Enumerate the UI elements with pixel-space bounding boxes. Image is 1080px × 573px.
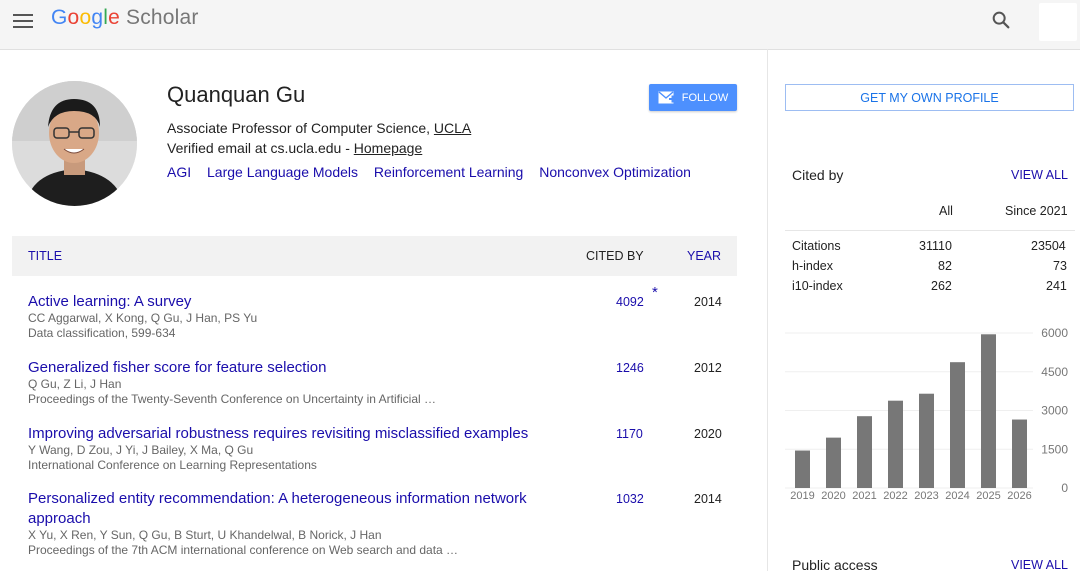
get-my-own-profile-button[interactable]: GET MY OWN PROFILE bbox=[785, 84, 1074, 111]
stats-row: i10-index 262 241 bbox=[785, 276, 1075, 296]
avatar bbox=[12, 81, 137, 206]
cited-count[interactable]: 1246 bbox=[616, 361, 644, 375]
article-title[interactable]: Improving adversarial robustness require… bbox=[28, 424, 558, 444]
stat-label: h-index bbox=[792, 259, 833, 273]
follow-label: FOLLOW bbox=[681, 91, 729, 104]
interest-link[interactable]: Reinforcement Learning bbox=[374, 164, 523, 180]
stat-since: 241 bbox=[1046, 279, 1067, 293]
chart-ytick-label: 4500 bbox=[1041, 365, 1068, 379]
search-icon[interactable] bbox=[990, 9, 1012, 31]
article-year: 2014 bbox=[694, 295, 722, 309]
interest-link[interactable]: AGI bbox=[167, 164, 191, 180]
merged-citations-star[interactable]: * bbox=[652, 284, 658, 301]
stats-row: h-index 82 73 bbox=[785, 256, 1075, 276]
interest-link[interactable]: Large Language Models bbox=[207, 164, 358, 180]
stat-all: 262 bbox=[931, 279, 952, 293]
menu-icon[interactable] bbox=[13, 11, 35, 29]
cited-by-column-header: CITED BY bbox=[586, 249, 644, 263]
article-title[interactable]: Generalized fisher score for feature sel… bbox=[28, 358, 558, 378]
stat-label: i10-index bbox=[792, 279, 843, 293]
logo-letter: g bbox=[91, 6, 104, 29]
top-bar: Google Scholar bbox=[0, 0, 1080, 50]
chart-xtick-label: 2020 bbox=[821, 490, 845, 502]
research-interests: AGI Large Language Models Reinforcement … bbox=[167, 164, 703, 180]
stats-header-row: All Since 2021 bbox=[785, 200, 1075, 231]
stats-row: Citations 31110 23504 bbox=[785, 236, 1075, 256]
stats-col-all: All bbox=[939, 204, 953, 218]
chart-ytick-label: 0 bbox=[1061, 481, 1068, 495]
cited-count[interactable]: 1170 bbox=[616, 427, 643, 441]
homepage-link[interactable]: Homepage bbox=[354, 140, 423, 156]
article-authors: X Yu, X Ren, Y Sun, Q Gu, B Sturt, U Kha… bbox=[28, 528, 382, 542]
follow-button[interactable]: FOLLOW bbox=[649, 84, 737, 111]
affiliation: Associate Professor of Computer Science,… bbox=[167, 120, 471, 136]
chart-xtick-label: 2021 bbox=[852, 490, 876, 502]
stat-since: 23504 bbox=[1031, 239, 1066, 253]
chart-bar-2026[interactable] bbox=[1012, 419, 1027, 488]
chart-xtick-label: 2023 bbox=[914, 490, 938, 502]
email-text: Verified email at cs.ucla.edu - bbox=[167, 140, 354, 156]
logo-letter: G bbox=[51, 6, 68, 29]
chart-bar-2021[interactable] bbox=[857, 416, 872, 488]
stat-label: Citations bbox=[792, 239, 841, 253]
cited-by-view-all-link[interactable]: VIEW ALL bbox=[1011, 168, 1068, 182]
citations-per-year-chart: 6000 4500 3000 1500 0 2019 2020 2021 2022 2023 202… bbox=[785, 326, 1068, 502]
chart-bar-2022[interactable] bbox=[888, 400, 903, 488]
avatar-image bbox=[12, 81, 137, 206]
article-title[interactable]: Personalized entity recommendation: A he… bbox=[28, 489, 558, 529]
article-venue: International Conference on Learning Rep… bbox=[28, 458, 317, 472]
article-year: 2020 bbox=[694, 427, 722, 441]
affiliation-link[interactable]: UCLA bbox=[434, 120, 471, 136]
verified-email: Verified email at cs.ucla.edu - Homepage bbox=[167, 140, 422, 156]
article-authors: CC Aggarwal, X Kong, Q Gu, J Han, PS Yu bbox=[28, 311, 258, 325]
chart-bar-2023[interactable] bbox=[919, 393, 934, 488]
cited-count[interactable]: 4092 bbox=[616, 295, 644, 309]
cited-by-heading: Cited by bbox=[792, 167, 844, 183]
article-year: 2014 bbox=[694, 492, 722, 506]
interest-link[interactable]: Nonconvex Optimization bbox=[539, 164, 691, 180]
profile-name: Quanquan Gu bbox=[167, 82, 306, 107]
article-authors: Q Gu, Z Li, J Han bbox=[28, 377, 122, 391]
affiliation-text: Associate Professor of Computer Science, bbox=[167, 120, 434, 136]
chart-xtick-label: 2025 bbox=[976, 490, 1000, 502]
chart-bar-2020[interactable] bbox=[826, 437, 841, 488]
chart-bar-2025[interactable] bbox=[981, 334, 996, 488]
chart-xtick-label: 2024 bbox=[945, 490, 969, 502]
chart-ytick-label: 6000 bbox=[1041, 326, 1068, 340]
article-venue: Data classification, 599-634 bbox=[28, 326, 176, 340]
google-scholar-logo[interactable]: Google Scholar bbox=[51, 6, 199, 30]
articles-table-header: TITLE CITED BY YEAR bbox=[12, 236, 737, 276]
title-column-header[interactable]: TITLE bbox=[28, 249, 62, 263]
sidebar-divider bbox=[767, 49, 768, 571]
logo-letter: o bbox=[67, 6, 80, 29]
account-box[interactable] bbox=[1039, 3, 1077, 41]
logo-letter: o bbox=[79, 6, 92, 29]
year-column-header[interactable]: YEAR bbox=[687, 249, 721, 263]
stat-all: 82 bbox=[938, 259, 952, 273]
chart-ytick-label: 1500 bbox=[1041, 442, 1068, 456]
logo-letter: e bbox=[108, 6, 120, 29]
chart-xtick-label: 2022 bbox=[883, 490, 907, 502]
mail-icon bbox=[658, 90, 676, 103]
article-venue: Proceedings of the Twenty-Seventh Confer… bbox=[28, 392, 436, 406]
article-year: 2012 bbox=[694, 361, 722, 375]
citation-stats-table: All Since 2021 Citations 31110 23504 h-i… bbox=[785, 200, 1075, 296]
stat-since: 73 bbox=[1053, 259, 1067, 273]
chart-bar-2024[interactable] bbox=[950, 362, 965, 488]
article-title[interactable]: Active learning: A survey bbox=[28, 292, 558, 312]
stat-all: 31110 bbox=[919, 239, 952, 253]
chart-ytick-label: 3000 bbox=[1041, 404, 1068, 418]
chart-xtick-label: 2019 bbox=[790, 490, 814, 502]
chart-xtick-label: 2026 bbox=[1007, 490, 1031, 502]
chart-bar-2019[interactable] bbox=[795, 450, 810, 488]
stats-col-since: Since 2021 bbox=[1005, 204, 1068, 218]
public-access-view-all-link[interactable]: VIEW ALL bbox=[1011, 558, 1068, 572]
cited-count[interactable]: 1032 bbox=[616, 492, 644, 506]
article-authors: Y Wang, D Zou, J Yi, J Bailey, X Ma, Q G… bbox=[28, 443, 254, 457]
article-venue: Proceedings of the 7th ACM international… bbox=[28, 543, 459, 557]
logo-suffix: Scholar bbox=[125, 6, 199, 29]
